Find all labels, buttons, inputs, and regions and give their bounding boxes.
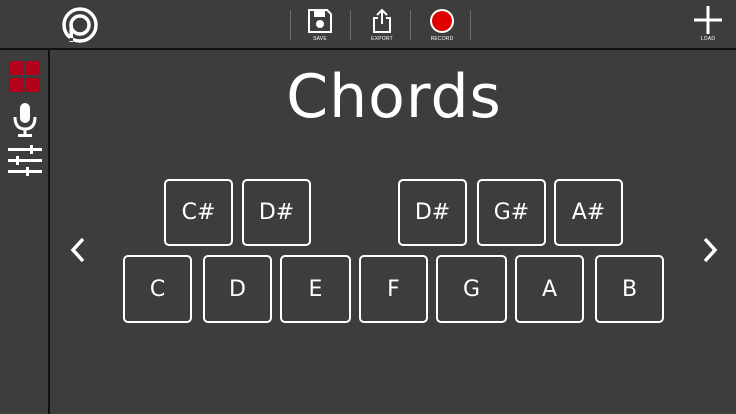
save-icon — [308, 9, 332, 33]
chord-key[interactable]: A# — [554, 179, 623, 246]
share-icon — [373, 8, 391, 33]
chord-key[interactable]: D# — [398, 179, 467, 246]
previous-button[interactable] — [66, 232, 90, 268]
record-button[interactable]: RECORD — [414, 0, 470, 48]
export-label: EXPORT — [371, 36, 393, 42]
plus-icon — [694, 6, 722, 34]
chord-key[interactable]: A — [515, 255, 584, 323]
load-label: LOAD — [700, 36, 716, 42]
app-logo — [60, 5, 100, 45]
page-title: Chords — [286, 62, 502, 132]
load-button[interactable]: LOAD — [686, 0, 730, 48]
chord-key[interactable]: C# — [164, 179, 233, 246]
sidebar-item-pads[interactable] — [8, 60, 42, 94]
chord-key[interactable]: D — [203, 255, 272, 323]
top-bar: SAVE EXPORT RECORD LOAD — [0, 0, 736, 50]
record-icon — [430, 9, 454, 33]
chevron-left-icon — [70, 237, 85, 263]
toolbar-divider — [470, 10, 471, 40]
chord-key[interactable]: B — [595, 255, 664, 323]
record-label: RECORD — [430, 36, 454, 42]
chord-key[interactable]: G# — [477, 179, 546, 246]
export-button[interactable]: EXPORT — [354, 0, 410, 48]
sliders-icon — [8, 145, 42, 176]
microphone-icon — [13, 103, 37, 137]
logo-icon — [62, 7, 98, 43]
pads-grid-icon — [9, 61, 40, 92]
chord-key[interactable]: C — [123, 255, 192, 323]
save-label: SAVE — [313, 36, 327, 42]
toolbar-divider — [410, 10, 411, 40]
chord-key[interactable]: E — [280, 255, 351, 323]
toolbar-divider — [290, 10, 291, 40]
save-button[interactable]: SAVE — [292, 0, 348, 48]
sidebar — [0, 0, 50, 414]
sidebar-item-mixer[interactable] — [8, 144, 42, 178]
next-button[interactable] — [698, 232, 722, 268]
chevron-right-icon — [703, 237, 718, 263]
chord-key[interactable]: G — [436, 255, 507, 323]
chord-key[interactable]: F — [359, 255, 428, 323]
toolbar-divider — [350, 10, 351, 40]
chord-key[interactable]: D# — [242, 179, 311, 246]
sidebar-item-microphone[interactable] — [8, 102, 42, 138]
